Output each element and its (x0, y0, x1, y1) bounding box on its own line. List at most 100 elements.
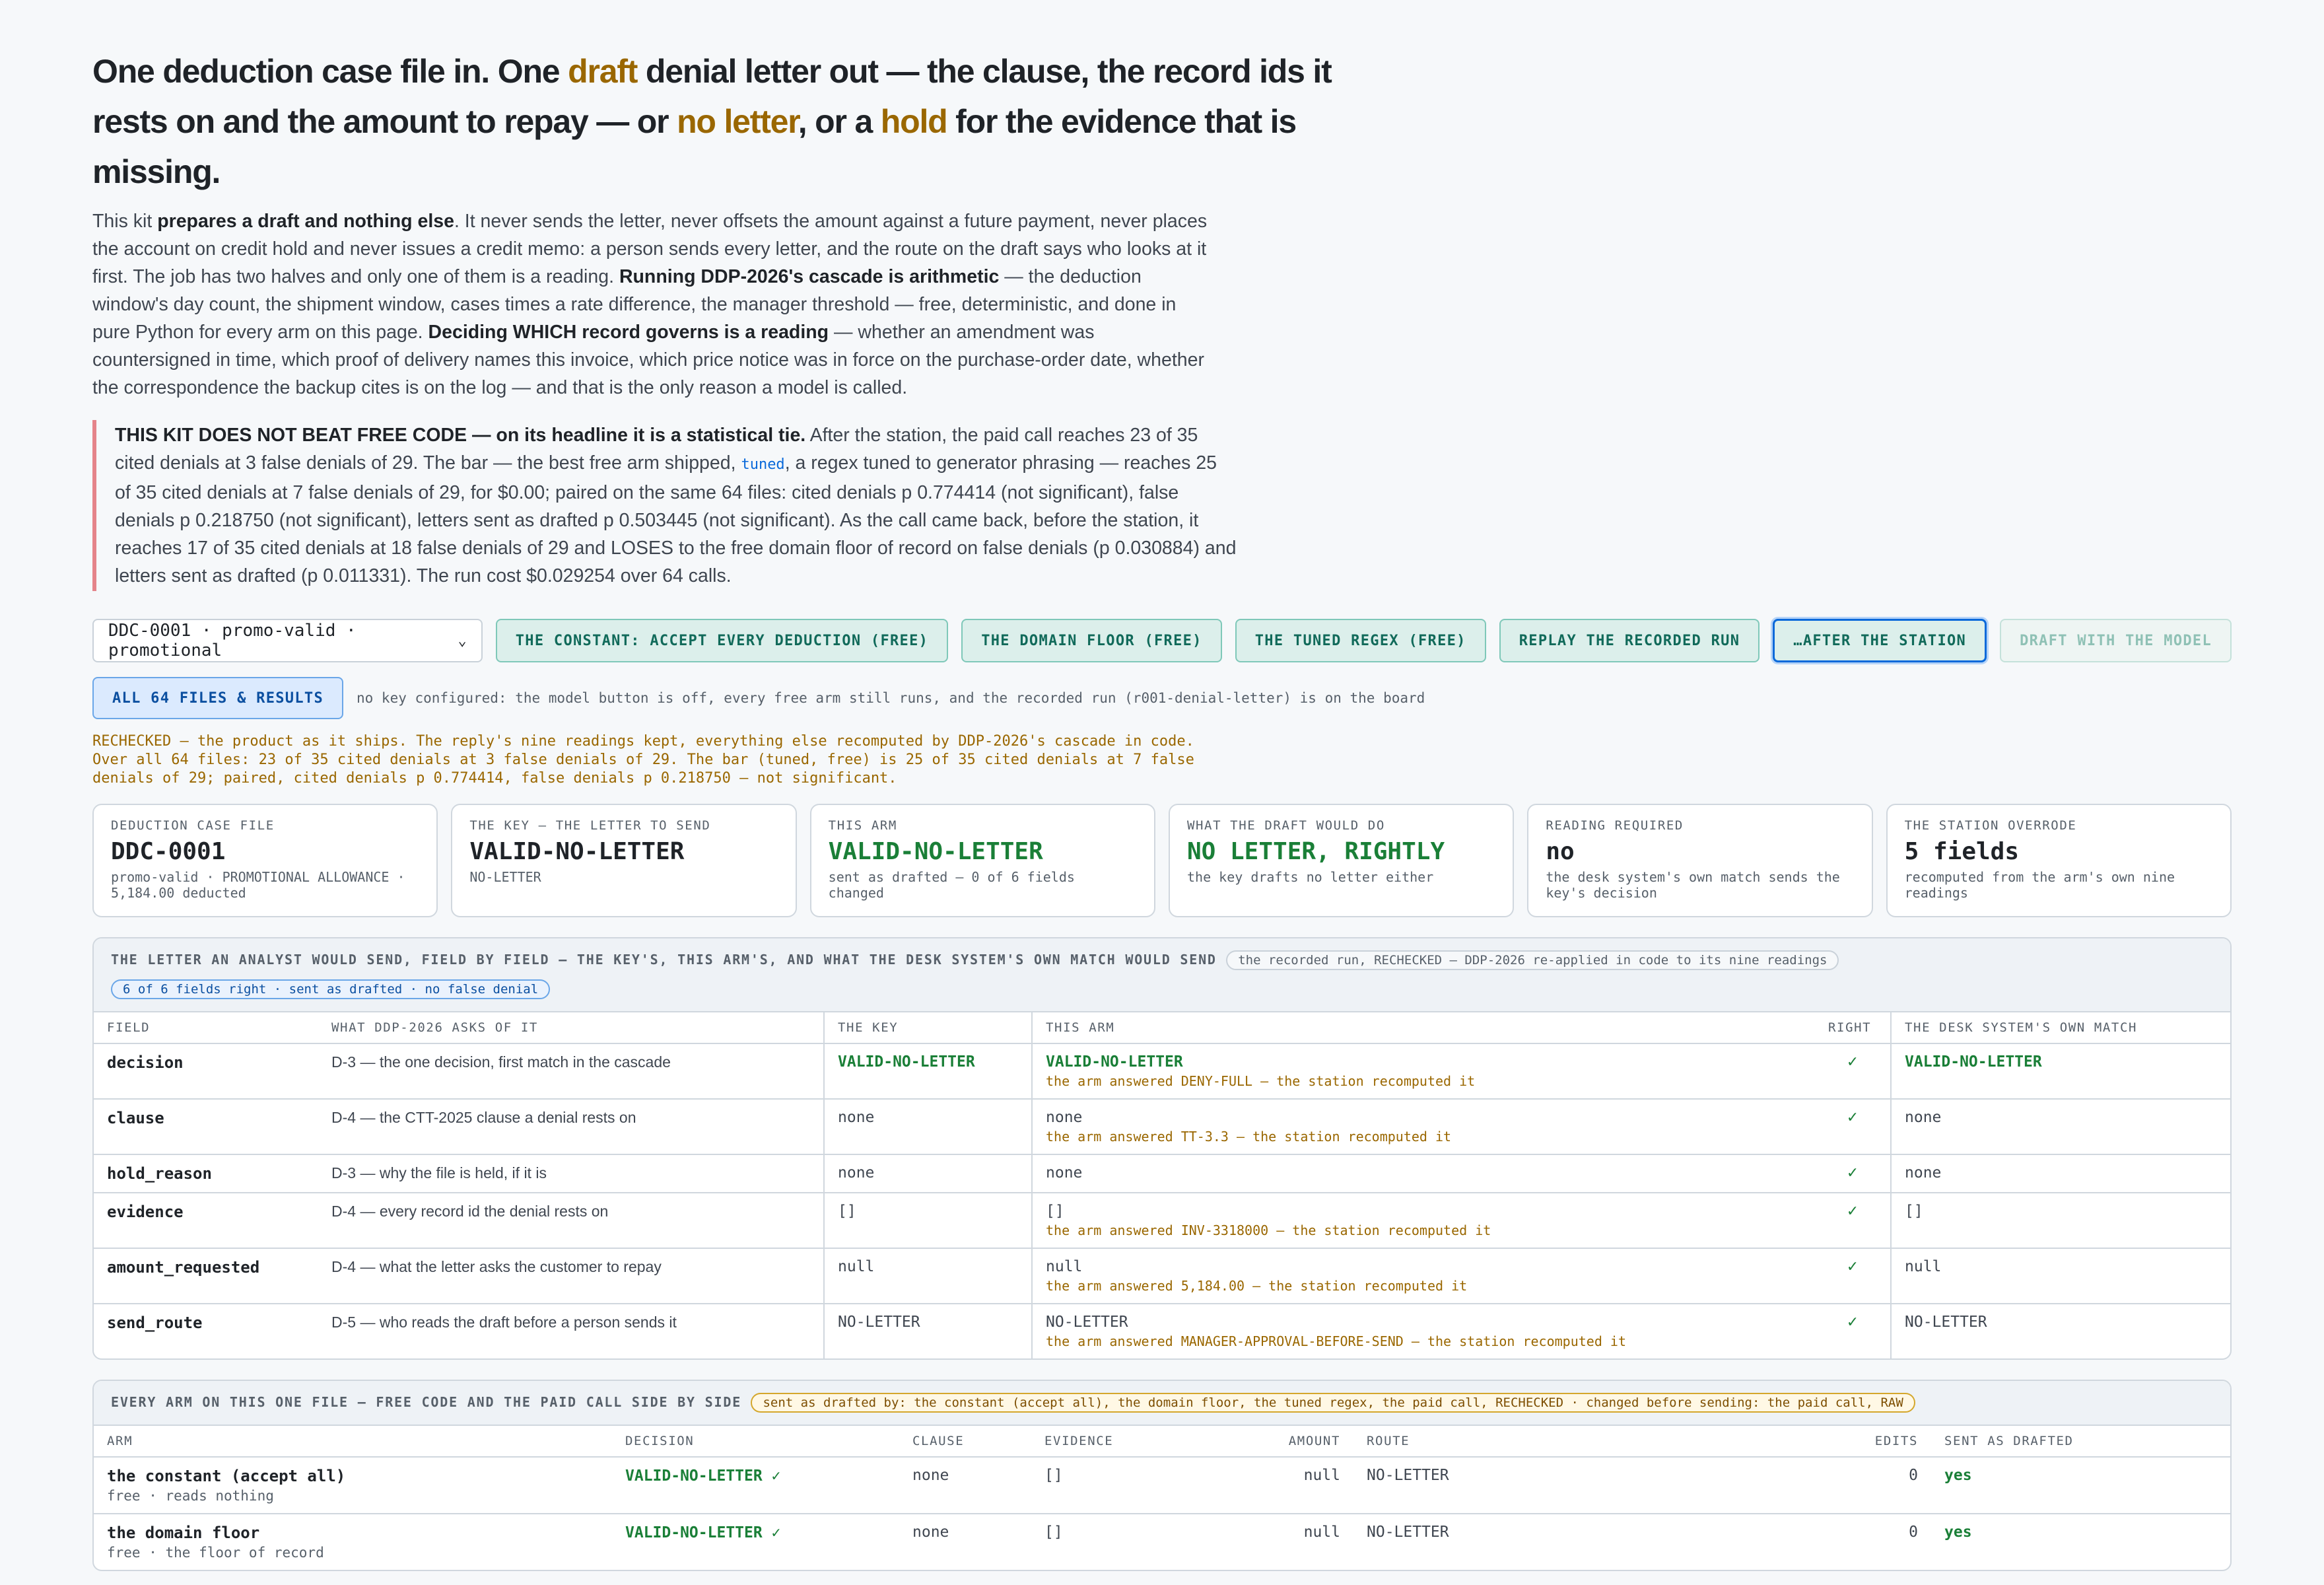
recompute-note: the arm answered DENY-FULL — the station… (1046, 1073, 1476, 1089)
arm-constant-button[interactable]: THE CONSTANT: ACCEPT EVERY DEDUCTION (FR… (495, 619, 949, 662)
column-header: CLAUSE (899, 1426, 1031, 1458)
card-draft-outcome: WHAT THE DRAFT WOULD DO NO LETTER, RIGHT… (1168, 804, 1515, 917)
check-icon: ✓ (1815, 1193, 1891, 1249)
chevron-down-icon: ⌄ (458, 632, 467, 649)
arm-amount: null (1249, 1457, 1353, 1514)
column-header: SENT AS DRAFTED (1931, 1426, 2230, 1458)
card-value: NO LETTER, RIGHTLY (1186, 838, 1445, 865)
arm-route: NO-LETTER (1353, 1457, 1855, 1514)
card-case-file: DEDUCTION CASE FILE DDC-0001 promo-valid… (92, 804, 438, 917)
desk-value: VALID-NO-LETTER (1905, 1053, 2042, 1071)
column-header: THIS ARM (1031, 1012, 1815, 1044)
title-part: One deduction case file in. One (92, 53, 568, 90)
table-row[interactable]: the domain floor free · the floor of reco… (94, 1514, 2230, 1570)
card-value: 5 fields (1904, 838, 2020, 865)
arm-decision: VALID-NO-LETTER ✓ (625, 1467, 781, 1485)
arm-decision: VALID-NO-LETTER ✓ (625, 1524, 781, 1541)
intro-bold: Deciding WHICH record governs is a readi… (428, 322, 829, 343)
field-asks: D-4 — the CTT-2025 clause a denial rests… (318, 1099, 824, 1155)
arm-clause: none (899, 1457, 1031, 1514)
sent-as-drafted-pill: sent as drafted by: the constant (accept… (751, 1393, 1915, 1413)
column-header: FIELD (94, 1012, 318, 1044)
case-file-select[interactable]: DDC-0001 · promo-valid · promotional ⌄ (92, 619, 483, 662)
arm-sent-as-drafted: yes (1944, 1524, 1972, 1541)
all-files-results-button[interactable]: ALL 64 FILES & RESULTS (92, 677, 343, 719)
desk-value: null (1905, 1258, 1942, 1275)
toolbar: DDC-0001 · promo-valid · promotional ⌄ T… (92, 619, 2232, 662)
field-asks: D-4 — every record id the denial rests o… (318, 1193, 824, 1249)
no-key-note: no key configured: the model button is o… (357, 690, 1425, 706)
card-sub: promo-valid · PROMOTIONAL ALLOWANCE · 5,… (111, 869, 405, 901)
arm-evidence: [] (1031, 1457, 1249, 1514)
table-row: evidence D-4 — every record id the denia… (94, 1193, 2230, 1249)
arm-sent-as-drafted: yes (1931, 1457, 2230, 1514)
card-sub: NO-LETTER (469, 869, 541, 885)
recompute-note: the arm answered INV-3318000 — the stati… (1046, 1222, 1491, 1238)
card-label: THE STATION OVERRODE (1904, 818, 2077, 833)
card-label: THE KEY — THE LETTER TO SEND (469, 818, 711, 833)
replay-recorded-run-button[interactable]: REPLAY THE RECORDED RUN (1499, 619, 1760, 662)
arm-tuned-regex-button[interactable]: THE TUNED REGEX (FREE) (1235, 619, 1486, 662)
arm-evidence: [] (1044, 1524, 1063, 1541)
field-name: amount_requested (94, 1248, 318, 1304)
field-asks: D-4 — what the letter asks the customer … (318, 1248, 824, 1304)
card-value: VALID-NO-LETTER (469, 838, 685, 865)
table-row: clause D-4 — the CTT-2025 clause a denia… (94, 1099, 2230, 1155)
field-name: decision (94, 1043, 318, 1100)
column-header: ARM (94, 1426, 612, 1458)
desk-value: none (1905, 1109, 1942, 1126)
field-asks: D-5 — who reads the draft before a perso… (331, 1314, 677, 1331)
intro-text: This kit (92, 211, 158, 232)
card-value: DDC-0001 (111, 838, 226, 865)
field-name: hold_reason (94, 1154, 318, 1193)
arm-name: the domain floor (107, 1524, 260, 1542)
recompute-note: the arm answered TT-3.3 — the station re… (1046, 1129, 1452, 1145)
table-row[interactable]: the constant (accept all) free · reads no… (94, 1457, 2230, 1514)
arm-value: [] (1046, 1203, 1064, 1220)
callout-code: tuned (741, 456, 785, 473)
key-value: NO-LETTER (838, 1314, 920, 1331)
arms-panel-header: EVERY ARM ON THIS ONE FILE — FREE CODE A… (94, 1381, 2230, 1426)
check-icon: ✓ (1815, 1248, 1891, 1304)
column-header: THE DESK SYSTEM'S OWN MATCH (1890, 1012, 2230, 1044)
letter-table: FIELD WHAT DDP-2026 ASKS OF IT THE KEY T… (94, 1012, 2230, 1358)
key-value: VALID-NO-LETTER (838, 1053, 975, 1071)
recorded-run-pill: the recorded run, RECHECKED — DDP-2026 r… (1226, 950, 1839, 970)
check-icon: ✓ (1846, 1314, 1859, 1330)
card-sub: sent as drafted — 0 of 6 fields changed (828, 869, 1075, 901)
column-header: EDITS (1855, 1426, 1931, 1458)
card-station-override: THE STATION OVERRODE 5 fields recomputed… (1886, 804, 2232, 917)
title-highlight-hold: hold (880, 103, 948, 140)
column-header: DECISION (612, 1426, 899, 1458)
key-value: null (838, 1258, 875, 1275)
card-value: VALID-NO-LETTER (828, 838, 1043, 865)
arm-value: none (1046, 1109, 1083, 1126)
arm-edits: 0 (1909, 1524, 1918, 1541)
arms-panel: EVERY ARM ON THIS ONE FILE — FREE CODE A… (92, 1380, 2232, 1571)
arm-sub: free · reads nothing (107, 1488, 274, 1504)
card-label: WHAT THE DRAFT WOULD DO (1186, 818, 1385, 833)
intro-paragraph: This kit prepares a draft and nothing el… (92, 207, 1215, 402)
arm-route: NO-LETTER (1367, 1524, 1449, 1541)
arm-value: none (1046, 1164, 1083, 1181)
case-file-select-value: DDC-0001 · promo-valid · promotional (108, 621, 357, 660)
column-header: THE KEY (823, 1012, 1032, 1044)
title-highlight-no-letter: no letter (677, 103, 799, 140)
intro-bold: Running DDP-2026's cascade is arithmetic (619, 266, 1000, 287)
arm-domain-floor-button[interactable]: THE DOMAIN FLOOR (FREE) (961, 619, 1222, 662)
field-name: evidence (94, 1193, 318, 1249)
letter-panel-title: THE LETTER AN ANALYST WOULD SEND, FIELD … (111, 952, 1217, 968)
arm-value: NO-LETTER (1046, 1314, 1128, 1331)
page-title: One deduction case file in. One draft de… (92, 46, 1413, 197)
title-highlight-draft: draft (568, 53, 638, 90)
callout-headline: THIS KIT DOES NOT BEAT FREE CODE — on it… (115, 425, 806, 446)
check-icon: ✓ (1815, 1043, 1891, 1100)
card-label: THIS ARM (828, 818, 897, 833)
arm-value: null (1046, 1258, 1083, 1275)
table-row: amount_requested D-4 — what the letter a… (94, 1248, 2230, 1304)
letter-panel: THE LETTER AN ANALYST WOULD SEND, FIELD … (92, 937, 2232, 1360)
draft-with-model-button[interactable]: DRAFT WITH THE MODEL (2000, 619, 2232, 662)
after-the-station-button[interactable]: …AFTER THE STATION (1773, 619, 1987, 662)
card-sub: the key drafts no letter either (1186, 869, 1434, 885)
table-row: send_route D-5 — who reads the draft bef… (94, 1304, 2230, 1358)
